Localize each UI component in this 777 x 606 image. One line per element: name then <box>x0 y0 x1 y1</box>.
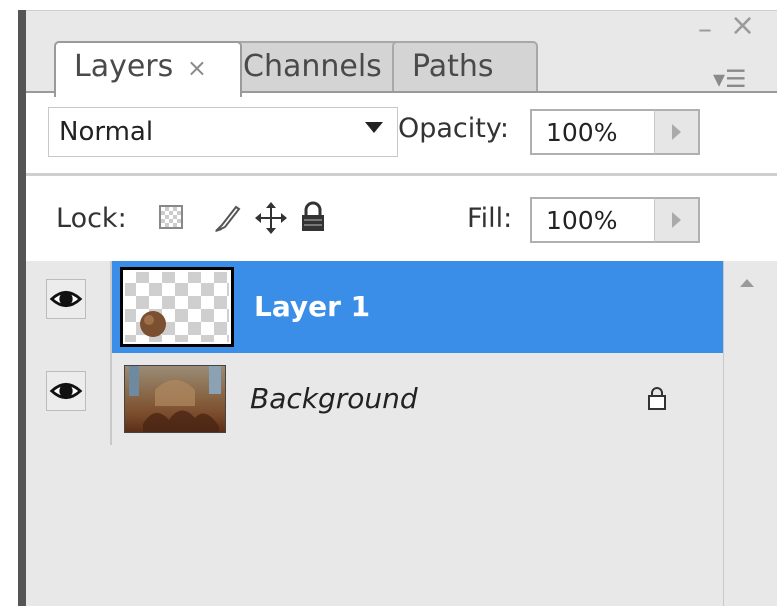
eye-icon[interactable] <box>46 371 86 411</box>
panel-content: Normal Opacity: 100% Lock: Fill: 100% La… <box>26 91 777 606</box>
layer-body[interactable]: Layer 1 <box>112 261 723 353</box>
chevron-down-icon <box>365 122 383 133</box>
tab-channels-label: Channels <box>243 49 382 84</box>
tab-paths-label: Paths <box>412 49 494 84</box>
tab-paths[interactable]: Paths <box>392 41 538 91</box>
tab-layers[interactable]: Layers × <box>54 41 242 97</box>
opacity-input[interactable]: 100% <box>530 109 656 155</box>
layer-thumbnail <box>124 365 226 433</box>
left-margin <box>0 0 18 606</box>
visibility-cell[interactable] <box>26 261 112 353</box>
eye-icon[interactable] <box>46 279 86 319</box>
panel-left-border <box>18 10 26 606</box>
layer-name[interactable]: Layer 1 <box>254 261 370 353</box>
lock-transparent-pixels-icon[interactable] <box>159 205 183 229</box>
layers-list: Layer 1 Background <box>26 261 723 606</box>
minimize-icon[interactable]: – <box>698 15 712 43</box>
layers-panel: Layers × Channels Paths – × ▾☰ Normal Op… <box>26 10 777 606</box>
lock-position-icon[interactable] <box>254 201 288 235</box>
opacity-label: Opacity: <box>398 113 509 144</box>
lock-label: Lock: <box>56 203 127 234</box>
fill-input[interactable]: 100% <box>530 197 656 243</box>
scrollbar[interactable] <box>723 261 777 606</box>
layer-row[interactable]: Layer 1 <box>26 261 723 353</box>
layer-row[interactable]: Background <box>26 353 723 445</box>
visibility-cell[interactable] <box>26 353 112 445</box>
fill-label: Fill: <box>467 203 513 234</box>
opacity-slider-button[interactable] <box>654 109 700 155</box>
lock-image-pixels-icon[interactable] <box>212 203 242 233</box>
layer-name[interactable]: Background <box>250 353 418 445</box>
layer-thumbnail <box>120 267 234 347</box>
scroll-up-icon[interactable] <box>740 279 754 287</box>
blend-mode-value: Normal <box>59 117 154 147</box>
close-icon[interactable]: × <box>730 11 755 41</box>
panel-menu-icon[interactable]: ▾☰ <box>713 67 747 91</box>
fill-slider-button[interactable] <box>654 197 700 243</box>
tab-bar: Layers × Channels Paths – × ▾☰ <box>26 11 777 97</box>
lock-all-icon[interactable] <box>298 201 328 233</box>
lock-icon <box>648 387 666 410</box>
tab-layers-label: Layers <box>74 49 174 84</box>
blend-mode-dropdown[interactable]: Normal <box>48 107 398 157</box>
layer-thumbnail-content <box>129 366 221 432</box>
tab-channels[interactable]: Channels <box>223 41 413 91</box>
tab-close-icon[interactable]: × <box>187 54 207 82</box>
layer-thumbnail-content <box>140 311 166 337</box>
divider <box>26 173 777 176</box>
layer-body[interactable]: Background <box>112 353 723 445</box>
